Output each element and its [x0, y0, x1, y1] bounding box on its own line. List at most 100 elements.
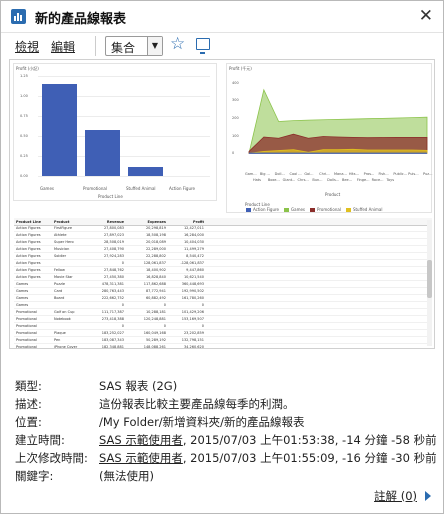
table-row: Action Figures FirstFigure 27,800,083 20,29…	[14, 225, 432, 232]
table-cell: Action Figures	[16, 254, 41, 258]
table-cell: 10,621,540	[183, 275, 204, 279]
table-cell: Action Figures	[16, 247, 41, 251]
table-cell: 192,990,502	[181, 289, 204, 293]
bar-games	[42, 84, 77, 176]
area-x-tick-label: Gol...	[304, 172, 314, 176]
created-user-link[interactable]: SAS 示範使用者	[99, 433, 183, 447]
table-cell: 128,061,837	[143, 261, 166, 265]
table-cell: 0	[201, 303, 204, 307]
view-menu[interactable]: 檢視	[15, 38, 39, 55]
table-cell: Musician	[54, 247, 70, 251]
table-cell: 101,429,206	[181, 310, 204, 314]
favorite-star-icon[interactable]: ☆	[170, 34, 185, 54]
table-cell: 27,924,283	[103, 254, 124, 258]
table-cell: Movie Star	[54, 275, 73, 279]
table-cell: Super Hero	[54, 240, 74, 244]
area-x-tick-label: Roce...	[371, 178, 384, 182]
area-x-tick-label: Hats	[253, 178, 261, 182]
legend-swatch	[345, 208, 351, 212]
area-chart-x-axis-label: Product	[325, 192, 341, 197]
present-monitor-icon[interactable]	[196, 38, 210, 54]
type-value: SAS 報表 (2G)	[99, 379, 178, 393]
bar-stuffed-animal	[128, 167, 163, 176]
table-header-cell: Revenue	[106, 220, 124, 224]
table-cell: Promotional	[16, 331, 37, 335]
table-cell: 8,540,472	[186, 254, 204, 258]
area-x-tick-label: Doll...	[274, 172, 285, 176]
table-cell: Action Figures	[16, 233, 41, 237]
table-cell: Action Figures	[16, 226, 41, 230]
table-row: Games Card 280,763,443 87,772,941 192,990,50…	[14, 288, 432, 295]
table-cell: 12,427,011	[183, 226, 204, 230]
table-cell: Soldier	[54, 254, 67, 258]
table-cell: Action Figures	[16, 240, 41, 244]
modified-user-link[interactable]: SAS 示範使用者	[99, 451, 183, 465]
table-cell: 18,400,902	[145, 268, 166, 272]
scrollbar-thumb[interactable]	[427, 260, 432, 298]
chevron-down-icon[interactable]: ▼	[147, 37, 162, 55]
collection-select[interactable]: 集合 ▼	[105, 36, 163, 56]
table-cell: 11,499,279	[183, 247, 204, 251]
table-cell: 27,897,023	[103, 233, 124, 237]
table-cell: 18,508,198	[145, 233, 166, 237]
keywords-value: (無法使用)	[99, 469, 154, 483]
table-cell: 478,311,381	[101, 282, 124, 286]
area-x-tick-label: Bun...	[312, 178, 323, 182]
table-cell: Plaque	[54, 331, 66, 335]
bar-x-tick-label: Games	[40, 186, 54, 191]
edit-menu[interactable]: 編輯	[51, 38, 75, 55]
table-cell: 34,260,620	[183, 345, 204, 349]
table-cell: 183,252,027	[101, 331, 124, 335]
table-cell: 148,088,261	[143, 345, 166, 349]
table-cell: iPhone Cover	[54, 345, 78, 349]
table-row: Action Figures 0 128,061,837 -128,061,837	[14, 260, 432, 267]
area-x-tick-label: Finge...	[356, 178, 370, 182]
table-row: Action Figures Athlete 27,897,023 18,508,19…	[14, 232, 432, 239]
table-cell: Promotional	[16, 338, 37, 342]
legend-swatch	[284, 208, 290, 212]
table-cell: 22,288,802	[145, 254, 166, 258]
table-row: Action Figures Soldier 27,924,283 22,288,80…	[14, 253, 432, 260]
table-cell: Promotional	[16, 324, 37, 328]
bar-y-tick-label: 0.50	[20, 134, 28, 138]
area-x-tick-label: Bee...	[342, 178, 353, 182]
table-cell: Games	[16, 296, 29, 300]
table-cell: 50,289,192	[145, 338, 166, 342]
legend-item: Stuffed Animal	[341, 207, 382, 212]
table-cell: Puzzle	[54, 282, 66, 286]
legend-item: Action Figure	[241, 207, 279, 212]
table-cell: 20,298,819	[145, 226, 166, 230]
table-row: Promotional 0 0 0	[14, 323, 432, 330]
expand-arrow-icon[interactable]	[425, 491, 431, 501]
table-cell: Card	[54, 289, 63, 293]
table-cell: 16,284,000	[183, 233, 204, 237]
area-x-tick-label: Public...	[393, 172, 408, 176]
table-row: Games Board 222,662,752 60,882,492 161,780,2…	[14, 295, 432, 302]
table-row: Promotional Notebook 273,418,388 120,248,88…	[14, 316, 432, 323]
area-chart-legend: Action Figure Games Promotional Stuffed Ani…	[241, 207, 382, 212]
table-cell: 23,202,859	[183, 331, 204, 335]
table-cell: 9,447,860	[186, 268, 204, 272]
bar-x-tick-label: Promotional	[83, 186, 107, 191]
table-row: Promotional Golf on Cup 111,717,387 10,288,…	[14, 309, 432, 316]
table-cell: 120,248,881	[143, 317, 166, 321]
comments-link[interactable]: 註解 (0)	[374, 488, 417, 504]
table-scrollbar[interactable]	[427, 220, 432, 346]
description-value: 這份報表比較主要產品線每季的利潤。	[99, 397, 295, 411]
table-cell: Action Figures	[16, 268, 41, 272]
table-cell: Notebook	[54, 317, 71, 321]
description-label: 描述:	[15, 397, 42, 411]
location-label: 位置:	[15, 415, 42, 429]
bar-y-tick-label: 0.25	[20, 154, 28, 158]
table-cell: 280,763,443	[101, 289, 124, 293]
table-cell: 111,717,387	[101, 310, 124, 314]
table-cell: 27,848,762	[103, 268, 124, 272]
area-x-tick-label: Puz...	[423, 172, 433, 176]
bar-gridline	[38, 176, 210, 177]
table-cell: Board	[54, 296, 65, 300]
table-row: Action Figures Musician 27,408,790 22,289,0…	[14, 246, 432, 253]
area-chart-panel: Profit (千元) 400 300 200 100 0 Gam... Big ... D…	[226, 63, 432, 213]
close-icon[interactable]: ✕	[419, 6, 433, 26]
table-cell: 161,780,260	[181, 296, 204, 300]
title-bar: 新的產品線報表 ✕	[1, 1, 443, 33]
